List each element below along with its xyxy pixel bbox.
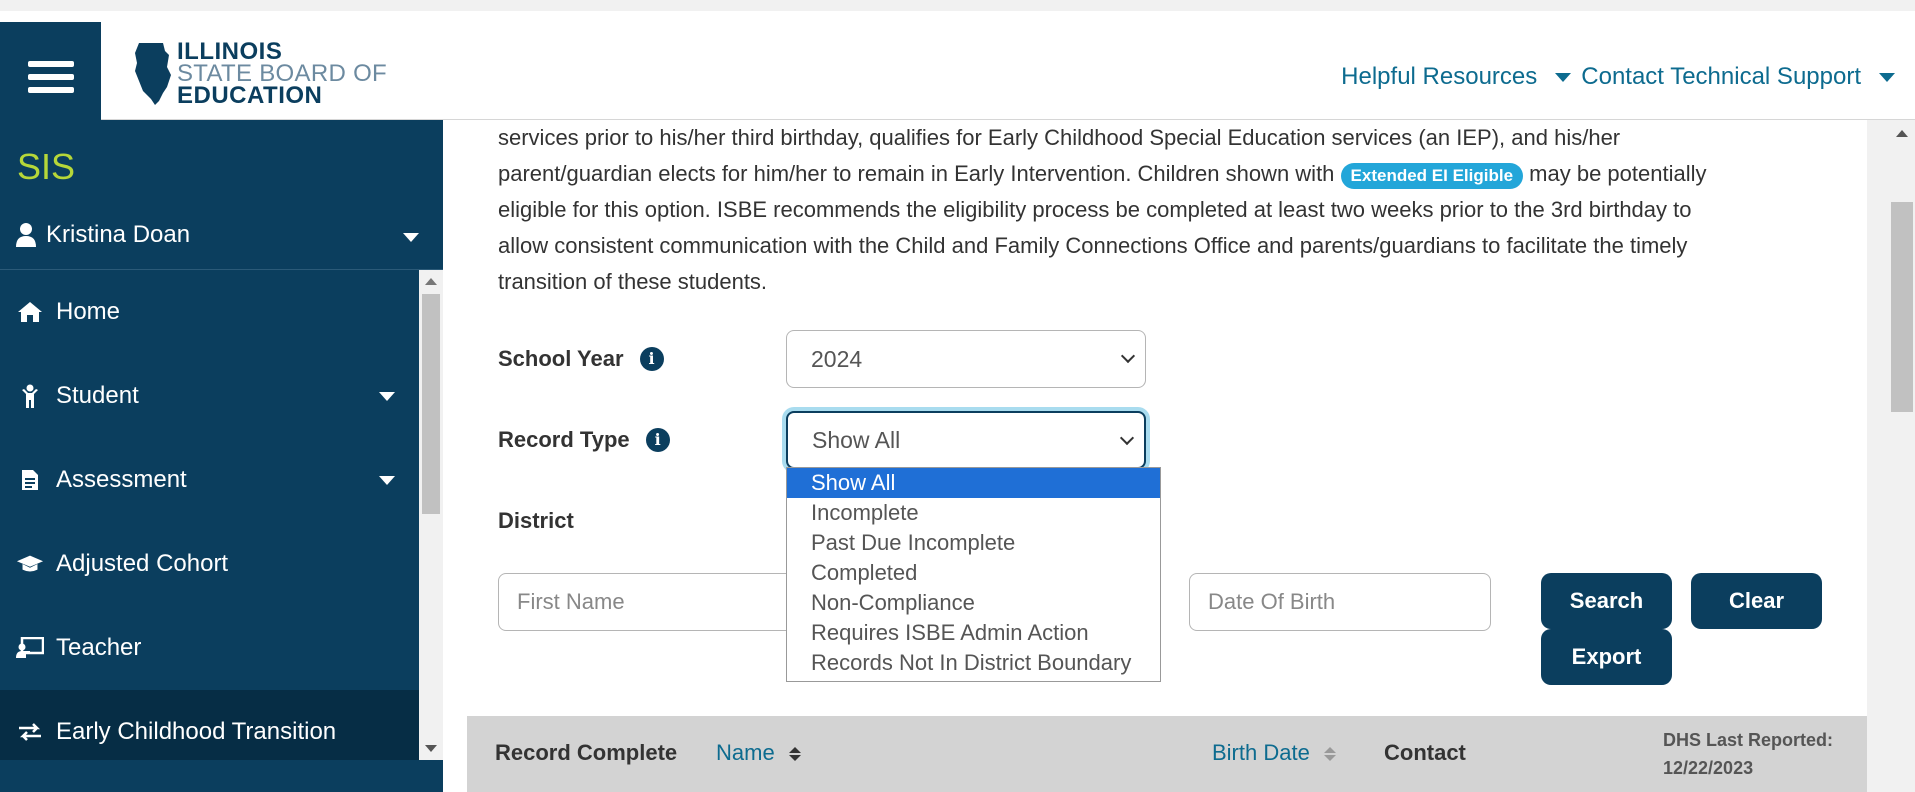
sidebar-scrollbar[interactable] — [419, 270, 443, 760]
caret-down-icon — [379, 392, 395, 401]
first-name-input[interactable]: First Name — [498, 573, 798, 631]
helpful-resources-label: Helpful Resources — [1341, 63, 1538, 90]
sidebar-item-teacher[interactable]: Teacher — [0, 606, 419, 690]
intro-line-3: eligible for this option. ISBE recommend… — [498, 197, 1692, 222]
option-requires-isbe-admin-action[interactable]: Requires ISBE Admin Action — [787, 618, 1160, 648]
col-birth-date-sortable[interactable]: Birth Date — [1212, 740, 1336, 766]
scrollbar-thumb[interactable] — [1891, 202, 1913, 412]
user-menu[interactable]: Kristina Doan — [0, 200, 443, 270]
col-name-label: Name — [716, 740, 775, 765]
app-name: SIS — [17, 146, 76, 187]
option-incomplete[interactable]: Incomplete — [787, 498, 1160, 528]
top-header: ILLINOIS STATE BOARD OF EDUCATION Helpfu… — [0, 0, 1915, 131]
scroll-down-icon[interactable] — [425, 745, 437, 752]
chevron-down-icon — [1120, 348, 1136, 364]
school-year-label-text: School Year — [498, 346, 624, 371]
top-nav: Helpful Resources Contact Technical Supp… — [1331, 63, 1895, 91]
illinois-state-icon — [135, 43, 171, 105]
student-icon — [16, 382, 44, 410]
hamburger-icon — [27, 54, 74, 100]
search-button[interactable]: Search — [1541, 573, 1672, 629]
main-content: services prior to his/her third birthday… — [467, 120, 1867, 792]
intro-line-5: transition of these students. — [498, 269, 768, 294]
intro-line-2-start: parent/guardian elects for him/her to re… — [498, 161, 1335, 186]
clear-button[interactable]: Clear — [1691, 573, 1822, 629]
intro-line-1: services prior to his/her third birthday… — [498, 125, 1621, 150]
sidebar-item-early-childhood-transition[interactable]: Early Childhood Transition — [0, 690, 419, 760]
teacher-icon — [16, 634, 44, 662]
record-type-select[interactable]: Show All — [786, 411, 1146, 469]
sidebar-item-assessment[interactable]: Assessment — [0, 438, 419, 522]
info-icon[interactable]: i — [645, 428, 670, 452]
record-type-label: Record Type i — [498, 427, 670, 453]
sidebar-item-label: Early Childhood Transition — [56, 718, 337, 745]
dhs-date: 12/22/2023 — [1663, 758, 1754, 778]
sidebar-item-label: Home — [56, 298, 121, 325]
school-year-select[interactable]: 2024 — [786, 330, 1146, 388]
graduation-cap-icon — [16, 550, 44, 578]
sidebar: SIS Kristina Doan Home Student Assessmen… — [0, 120, 443, 792]
export-button[interactable]: Export — [1541, 629, 1672, 685]
caret-down-icon — [1555, 72, 1572, 82]
scrollbar-thumb[interactable] — [422, 294, 440, 514]
sort-icon — [788, 747, 801, 762]
col-birth-date-label: Birth Date — [1212, 740, 1310, 765]
info-icon[interactable]: i — [639, 347, 664, 371]
user-icon — [16, 222, 36, 247]
caret-down-icon — [403, 233, 419, 242]
contact-support-label: Contact Technical Support — [1581, 63, 1861, 90]
sidebar-item-adjusted-cohort[interactable]: Adjusted Cohort — [0, 522, 419, 606]
district-label-text: District — [498, 508, 574, 533]
sidebar-item-label: Adjusted Cohort — [56, 550, 229, 577]
caret-down-icon — [1879, 72, 1895, 82]
sidebar-nav: Home Student Assessment Adjusted Cohort — [0, 270, 419, 760]
results-table-header: Record Complete Name Birth Date Contact … — [467, 716, 1867, 792]
page-scrollbar[interactable] — [1867, 120, 1915, 792]
intro-line-2-end: may be potentially — [1529, 161, 1707, 186]
school-year-label: School Year i — [498, 346, 664, 372]
first-name-placeholder: First Name — [517, 589, 625, 614]
logo-line-3: EDUCATION — [177, 82, 323, 109]
user-name: Kristina Doan — [46, 220, 191, 248]
sidebar-item-label: Assessment — [56, 466, 187, 493]
date-of-birth-input[interactable]: Date Of Birth — [1189, 573, 1491, 631]
col-contact: Contact — [1384, 740, 1466, 765]
district-label: District — [498, 508, 574, 534]
record-type-value: Show All — [812, 426, 901, 453]
dhs-last-reported: DHS Last Reported: 12/22/2023 — [1663, 726, 1833, 782]
scroll-up-icon[interactable] — [1896, 130, 1908, 137]
caret-down-icon — [379, 476, 395, 485]
sidebar-item-label: Teacher — [56, 634, 142, 661]
scroll-up-icon[interactable] — [425, 278, 437, 285]
sort-icon — [1323, 747, 1336, 762]
col-name-sortable[interactable]: Name — [716, 740, 801, 766]
record-type-options: Show All Incomplete Past Due Incomplete … — [786, 467, 1161, 682]
col-record-complete: Record Complete — [495, 740, 678, 765]
intro-paragraph: services prior to his/her third birthday… — [498, 120, 1848, 300]
sidebar-item-home[interactable]: Home — [0, 270, 419, 354]
contact-support-menu[interactable]: Contact Technical Support — [1581, 63, 1895, 91]
dob-placeholder: Date Of Birth — [1208, 589, 1336, 614]
intro-line-4: allow consistent communication with the … — [498, 233, 1688, 258]
chevron-down-icon — [1119, 430, 1135, 446]
menu-toggle-button[interactable] — [0, 22, 101, 131]
dhs-label: DHS Last Reported: — [1663, 730, 1834, 750]
school-year-value: 2024 — [811, 345, 863, 372]
record-type-label-text: Record Type — [498, 427, 630, 452]
option-completed[interactable]: Completed — [787, 558, 1160, 588]
sidebar-item-label: Student — [56, 382, 139, 409]
helpful-resources-menu[interactable]: Helpful Resources — [1341, 63, 1572, 91]
option-non-compliance[interactable]: Non-Compliance — [787, 588, 1160, 618]
sidebar-item-student[interactable]: Student — [0, 354, 419, 438]
option-show-all[interactable]: Show All — [787, 468, 1160, 498]
option-past-due-incomplete[interactable]: Past Due Incomplete — [787, 528, 1160, 558]
option-records-not-in-district-boundary[interactable]: Records Not In District Boundary — [787, 648, 1160, 678]
extended-ei-eligible-badge: Extended EI Eligible — [1340, 163, 1524, 189]
isbe-logo[interactable]: ILLINOIS STATE BOARD OF EDUCATION — [133, 40, 387, 109]
document-icon — [16, 466, 44, 494]
home-icon — [16, 298, 44, 326]
exchange-icon — [16, 718, 44, 746]
intro-line-2: parent/guardian elects for him/her to re… — [498, 156, 1848, 192]
